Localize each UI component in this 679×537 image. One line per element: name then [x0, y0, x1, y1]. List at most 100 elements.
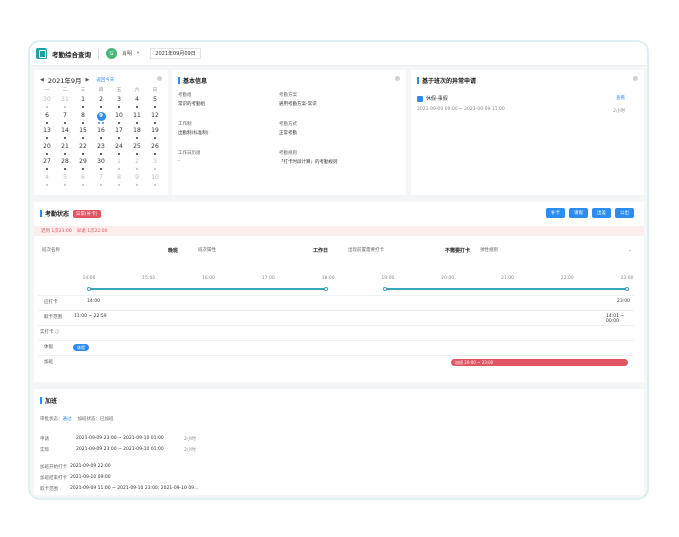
- timeline-end-dot: [625, 287, 629, 291]
- overtime-bar[interactable]: 加班 20:00 ~ 23:00: [451, 359, 628, 366]
- calendar-day[interactable]: 3: [146, 158, 164, 174]
- business-trip-button[interactable]: 出差: [592, 208, 611, 218]
- calendar-day[interactable]: 10: [110, 112, 128, 128]
- shift-attr-value[interactable]: 工作日: [313, 247, 348, 254]
- calendar-day[interactable]: 24: [110, 143, 128, 159]
- overtime-status[interactable]: 加班状态：已加班: [78, 416, 114, 422]
- info-value: 通用考勤方案-常识: [279, 102, 317, 107]
- calendar-day[interactable]: 16: [92, 127, 110, 143]
- punch-req-label: 出现前置需要打卡: [348, 248, 384, 253]
- calendar-day[interactable]: 11: [128, 112, 146, 128]
- approval-status-label: 审批状态：: [40, 417, 63, 422]
- back-today-link[interactable]: 返回今天: [96, 77, 114, 83]
- calendar-day[interactable]: 8: [74, 112, 92, 128]
- settings-icon[interactable]: [157, 76, 162, 81]
- calendar-day[interactable]: 14: [56, 127, 74, 143]
- calendar-day[interactable]: 30: [38, 96, 56, 112]
- prev-month-icon[interactable]: ◀: [40, 77, 44, 83]
- official-out-button[interactable]: 公出: [615, 208, 634, 218]
- exception-type: 休假-事假: [426, 96, 448, 102]
- date-picker[interactable]: 2021年09月09日: [150, 48, 201, 59]
- calendar-day-marker: [136, 106, 138, 108]
- checkbox-icon[interactable]: [417, 95, 423, 102]
- calendar-day[interactable]: 1: [74, 96, 92, 112]
- calendar-day[interactable]: 7: [56, 112, 74, 128]
- chevron-down-icon[interactable]: ⌄: [628, 248, 632, 253]
- weekday-header: 四: [98, 88, 104, 93]
- calendar-day[interactable]: 13: [38, 127, 56, 143]
- calendar-day[interactable]: 6: [74, 174, 92, 190]
- calendar-day-number: 18: [133, 127, 141, 135]
- calendar-day[interactable]: 6: [38, 112, 56, 128]
- calendar-day[interactable]: 12: [146, 112, 164, 128]
- leave-button[interactable]: 请假: [569, 208, 588, 218]
- timeline-tick: 21:00: [500, 276, 514, 281]
- calendar-day[interactable]: 31: [56, 96, 74, 112]
- calendar-day-number: 10: [151, 173, 159, 181]
- basic-info-title: 基本信息: [178, 76, 207, 85]
- elastic-rule-select[interactable]: 弹性规则: [480, 247, 628, 253]
- overtime-row-key: 加班开始打卡: [40, 464, 67, 470]
- next-month-icon[interactable]: ▶: [86, 77, 90, 83]
- approval-status[interactable]: 审批状态：通过: [40, 416, 72, 422]
- calendar-day-today[interactable]: 9: [92, 111, 110, 128]
- alert-late: 迟到 1次23:00: [41, 229, 72, 234]
- calendar-day[interactable]: 10: [146, 174, 164, 190]
- calendar-day-marker: [82, 106, 84, 108]
- calendar-day[interactable]: 18: [128, 127, 146, 143]
- calendar-day[interactable]: 15: [74, 127, 92, 143]
- overtime-row: 实际 2021-09-09 23:00 ~ 2021-09-10 01:00 2小时: [40, 444, 212, 455]
- calendar-day[interactable]: 8: [110, 174, 128, 190]
- calendar-day[interactable]: 27: [38, 158, 56, 174]
- calendar-day[interactable]: 29: [74, 158, 92, 174]
- calendar-day[interactable]: 3: [110, 96, 128, 112]
- calendar-day-number: 3: [117, 96, 121, 103]
- calendar-day[interactable]: 2: [128, 158, 146, 174]
- calendar-day[interactable]: 20: [38, 143, 56, 159]
- calendar-day-number: 9: [96, 111, 106, 121]
- info-item: 考勤组 常识的考勤组: [178, 92, 279, 118]
- calendar-day[interactable]: 23: [92, 143, 110, 159]
- calendar-day[interactable]: 17: [110, 127, 128, 143]
- calendar-day-marker: [64, 168, 66, 171]
- calendar-day[interactable]: 25: [128, 143, 146, 159]
- settings-icon[interactable]: [633, 76, 638, 81]
- weekday-header: 五: [116, 88, 122, 93]
- calendar-day[interactable]: 21: [56, 143, 74, 159]
- view-link[interactable]: 查看: [616, 95, 625, 101]
- shift-attr-label: 班次属性: [198, 248, 216, 253]
- calendar-day[interactable]: 4: [38, 174, 56, 190]
- overtime-row: 申请 2021-09-09 23:00 ~ 2021-09-10 01:00 2小时: [40, 433, 212, 444]
- calendar-day[interactable]: 28: [56, 158, 74, 174]
- calendar-day-number: 6: [81, 173, 85, 181]
- calendar-day[interactable]: 2: [92, 96, 110, 112]
- timeline-tick: 20:00: [441, 276, 455, 281]
- avatar[interactable]: G: [106, 48, 117, 59]
- leave-pill[interactable]: 休假: [73, 344, 89, 351]
- punch-req-value[interactable]: 不需要打卡: [445, 247, 480, 254]
- calendar-day[interactable]: 5: [56, 174, 74, 190]
- settings-icon[interactable]: [395, 76, 400, 81]
- calendar-day[interactable]: 9: [128, 174, 146, 190]
- calendar-day[interactable]: 26: [146, 143, 164, 159]
- calendar-day[interactable]: 1: [110, 158, 128, 174]
- calendar-day[interactable]: 5: [146, 96, 164, 112]
- exception-card: 基于班次的异常申请 休假-事假 查看 2021-09-09 09:00 ~ 20…: [411, 70, 644, 195]
- calendar-day[interactable]: 19: [146, 127, 164, 143]
- makeup-punch-button[interactable]: 补卡: [546, 208, 565, 218]
- user-selector[interactable]: 肖明: [122, 50, 132, 57]
- calendar-day[interactable]: 22: [74, 143, 92, 159]
- calendar-day-number: 27: [43, 158, 51, 166]
- calendar-day-marker: [64, 137, 66, 140]
- chevron-down-icon[interactable]: ▾: [137, 51, 139, 56]
- calendar-day[interactable]: 30: [92, 158, 110, 174]
- overtime-row-value: 2021-09-09 11:00 ~ 2021-09-10 23:00; 202…: [70, 486, 199, 491]
- timeline-row-leave: 休假 休假: [38, 340, 634, 353]
- overtime-row-value: 2021-09-09 23:00 ~ 2021-09-10 01:00: [76, 447, 164, 452]
- weekday-header: 日: [152, 88, 158, 93]
- calendar-day[interactable]: 7: [92, 174, 110, 190]
- shift-name-value[interactable]: 晚班: [168, 247, 198, 254]
- exception-item[interactable]: 休假-事假 查看 2021-09-09 09:00 ~ 2021-09-09 1…: [417, 95, 635, 114]
- calendar-day[interactable]: 4: [128, 96, 146, 112]
- overtime-table: 申请 2021-09-09 23:00 ~ 2021-09-10 01:00 2小时…: [40, 433, 212, 494]
